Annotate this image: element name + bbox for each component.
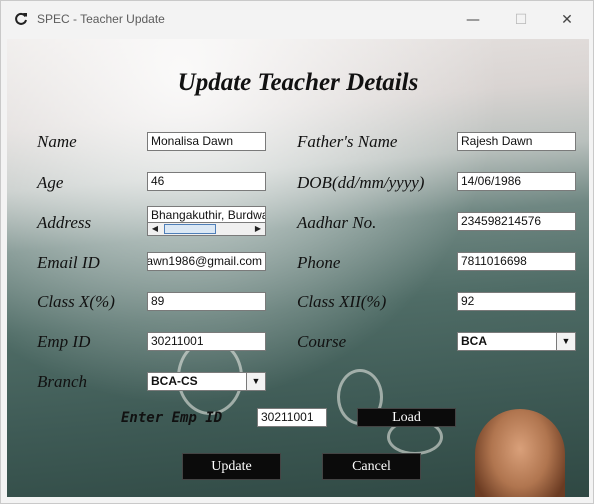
course-dropdown[interactable]: BCA ▼ bbox=[457, 332, 576, 351]
branch-dropdown[interactable]: BCA-CS ▼ bbox=[147, 372, 266, 391]
address-field[interactable]: Bhangakuthir, Burdwan bbox=[147, 206, 266, 223]
minimize-button[interactable]: — bbox=[459, 9, 487, 31]
age-field[interactable]: 46 bbox=[147, 172, 266, 191]
phone-label: Phone bbox=[297, 253, 341, 272]
phone-field[interactable]: 7811016698 bbox=[457, 252, 576, 271]
dob-label: DOB(dd/mm/yyyy) bbox=[297, 173, 425, 192]
enter-emp-id-label: Enter Emp ID bbox=[121, 410, 223, 426]
class-xii-label: Class XII(%) bbox=[297, 292, 387, 311]
course-label: Course bbox=[297, 332, 347, 351]
email-label: Email ID bbox=[37, 253, 100, 272]
window-title: SPEC - Teacher Update bbox=[37, 12, 165, 26]
cancel-button[interactable]: Cancel bbox=[322, 453, 421, 480]
enter-emp-id-field[interactable]: 30211001 bbox=[257, 408, 327, 427]
emp-id-label: Emp ID bbox=[37, 332, 91, 351]
scroll-right-icon[interactable]: ▶ bbox=[252, 223, 264, 235]
title-bar: SPEC - Teacher Update — ☐ ✕ bbox=[1, 1, 593, 39]
form-panel: Update Teacher Details Name Monalisa Daw… bbox=[7, 39, 589, 497]
age-label: Age bbox=[37, 173, 64, 192]
aadhar-field[interactable]: 234598214576 bbox=[457, 212, 576, 231]
class-x-field[interactable]: 89 bbox=[147, 292, 266, 311]
branch-label: Branch bbox=[37, 372, 88, 391]
class-x-label: Class X(%) bbox=[37, 292, 115, 311]
refresh-app-icon bbox=[15, 12, 27, 25]
class-xii-field[interactable]: 92 bbox=[457, 292, 576, 311]
scroll-left-icon[interactable]: ◀ bbox=[149, 223, 161, 235]
name-field[interactable]: Monalisa Dawn bbox=[147, 132, 266, 151]
aadhar-label: Aadhar No. bbox=[297, 213, 377, 232]
address-label: Address bbox=[37, 213, 92, 232]
name-label: Name bbox=[37, 132, 77, 151]
maximize-button[interactable]: ☐ bbox=[507, 9, 535, 31]
email-field[interactable]: na.dawn1986@gmail.com bbox=[147, 252, 266, 271]
address-scrollbar[interactable]: ◀ ▶ bbox=[147, 222, 266, 236]
background-person-image bbox=[475, 409, 565, 497]
chevron-down-icon[interactable]: ▼ bbox=[556, 333, 575, 350]
chevron-down-icon[interactable]: ▼ bbox=[246, 373, 265, 390]
branch-selected-value: BCA-CS bbox=[151, 374, 198, 388]
close-button[interactable]: ✕ bbox=[553, 9, 581, 31]
father-name-label: Father's Name bbox=[297, 132, 398, 151]
app-window: SPEC - Teacher Update — ☐ ✕ Update Teach… bbox=[0, 0, 594, 504]
course-selected-value: BCA bbox=[461, 334, 487, 348]
scroll-thumb[interactable] bbox=[164, 224, 216, 234]
update-button[interactable]: Update bbox=[182, 453, 281, 480]
emp-id-field[interactable]: 30211001 bbox=[147, 332, 266, 351]
load-button[interactable]: Load bbox=[357, 408, 456, 427]
dob-field[interactable]: 14/06/1986 bbox=[457, 172, 576, 191]
father-name-field[interactable]: Rajesh Dawn bbox=[457, 132, 576, 151]
page-title: Update Teacher Details bbox=[177, 69, 419, 96]
